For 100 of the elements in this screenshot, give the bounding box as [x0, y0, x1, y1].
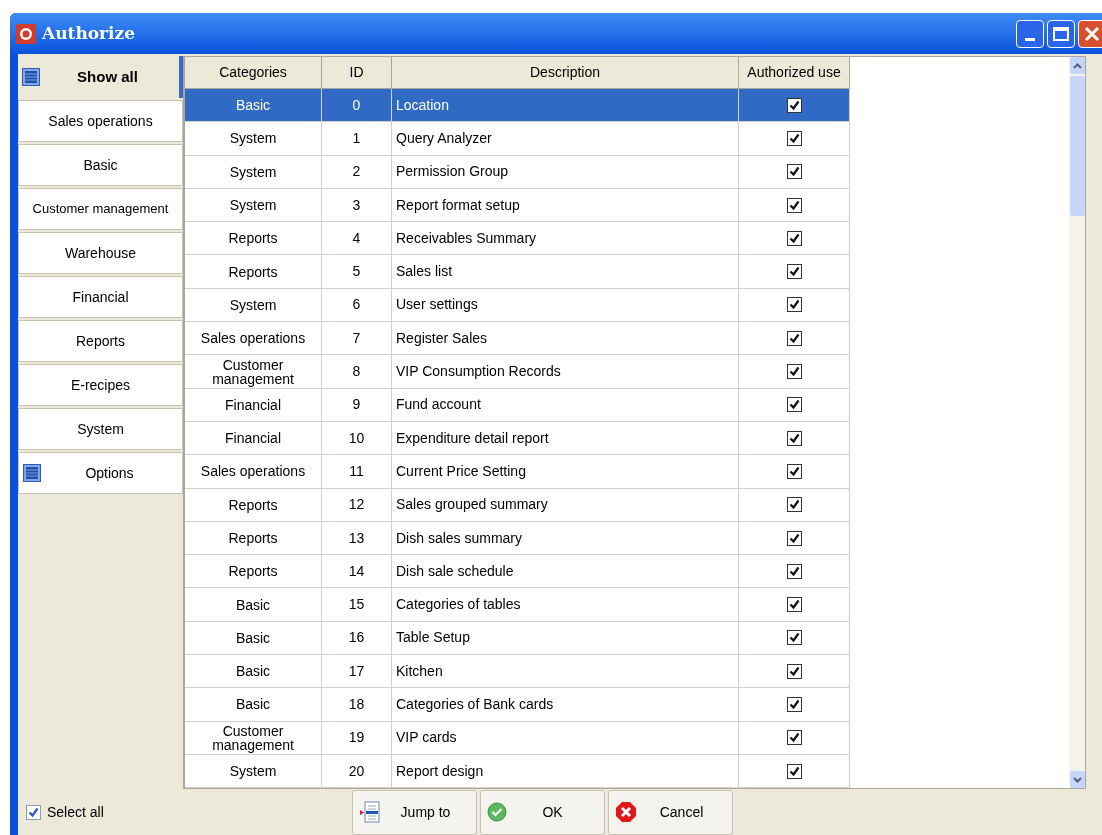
close-icon: [1084, 25, 1100, 42]
table-cell: Basic: [185, 688, 322, 722]
table-cell: Reports: [185, 255, 322, 289]
minimize-button[interactable]: [1016, 19, 1044, 48]
checkbox[interactable]: [786, 197, 802, 213]
table-row[interactable]: System 1 Query Analyzer: [185, 122, 850, 156]
table-row[interactable]: Customer management 8 VIP Consumption Records: [185, 355, 850, 389]
sidebar-tab[interactable]: Options: [18, 452, 183, 494]
table-row[interactable]: Basic 0 Location: [185, 89, 850, 123]
table-cell: System: [185, 155, 322, 189]
sidebar-tab[interactable]: Financial: [18, 276, 183, 318]
sidebar-tab[interactable]: E-recipes: [18, 364, 183, 406]
table-cell: VIP cards: [392, 721, 739, 755]
checkbox[interactable]: [786, 763, 802, 779]
table-cell: Customer management: [185, 355, 322, 389]
sidebar-tab[interactable]: Basic: [18, 144, 183, 186]
table-cell: VIP Consumption Records: [392, 355, 739, 389]
table-row[interactable]: Financial 10 Expenditure detail report: [185, 421, 850, 456]
table-cell: Sales operations: [185, 455, 322, 489]
checkbox[interactable]: [786, 597, 802, 613]
table-row[interactable]: Sales operations 11 Current Price Setting: [185, 455, 850, 489]
table-cell: Report design: [392, 754, 739, 789]
checkbox[interactable]: [786, 230, 802, 246]
table-row[interactable]: Basic 15 Categories of tables: [185, 588, 850, 622]
table-row[interactable]: Basic 16 Table Setup: [185, 621, 850, 656]
table-cell: Current Price Setting: [392, 455, 739, 489]
sidebar-tab[interactable]: Warehouse: [18, 232, 183, 274]
maximize-button[interactable]: [1047, 19, 1075, 48]
list-icon: [22, 68, 40, 86]
checkbox[interactable]: [786, 297, 802, 313]
table-cell: Reports: [185, 488, 322, 522]
checkbox[interactable]: [786, 330, 802, 346]
table-row[interactable]: System 20 Report design: [185, 754, 850, 789]
table-cell: Sales grouped summary: [392, 488, 739, 522]
checkbox[interactable]: [786, 697, 802, 712]
check-icon: [487, 802, 507, 822]
table-row[interactable]: Basic 18 Categories of Bank cards: [185, 688, 850, 722]
table-row[interactable]: Reports 12 Sales grouped summary: [185, 488, 850, 522]
checkbox[interactable]: [786, 97, 802, 113]
cancel-icon: [615, 801, 637, 823]
table-row[interactable]: Reports 4 Receivables Summary: [185, 222, 850, 256]
column-header[interactable]: Authorized use: [739, 57, 850, 89]
table-cell: System: [185, 122, 322, 156]
list-icon: [23, 464, 41, 482]
checkbox[interactable]: [786, 663, 802, 679]
jump-icon: [359, 801, 381, 823]
table-cell: 19: [322, 721, 392, 755]
table-cell: Financial: [185, 388, 322, 422]
table-cell: Customer management: [185, 721, 322, 755]
table-cell: 8: [322, 355, 392, 389]
close-button[interactable]: [1078, 19, 1102, 48]
sidebar-tab[interactable]: Reports: [18, 320, 183, 362]
window-title: Authorize: [42, 21, 135, 45]
table-row[interactable]: Financial 9 Fund account: [185, 388, 850, 422]
checkbox[interactable]: [786, 463, 802, 479]
sidebar-tab[interactable]: Customer management: [18, 188, 183, 230]
checkbox[interactable]: [786, 630, 802, 646]
table-cell: 1: [322, 122, 392, 156]
table-row[interactable]: Customer management 19 VIP cards: [185, 721, 850, 755]
table-row[interactable]: Sales operations 7 Register Sales: [185, 322, 850, 356]
checkbox[interactable]: [786, 264, 802, 280]
table-cell: 11: [322, 455, 392, 489]
jump-to-button[interactable]: Jump to: [352, 789, 477, 835]
column-header[interactable]: Categories: [185, 57, 322, 89]
table-cell: 15: [322, 588, 392, 622]
table-cell: 5: [322, 255, 392, 289]
checkbox[interactable]: [786, 530, 802, 546]
table-cell: 20: [322, 754, 392, 789]
scrollbar[interactable]: [1069, 57, 1085, 788]
table-row[interactable]: System 2 Permission Group: [185, 155, 850, 189]
sidebar-tab[interactable]: Sales operations: [18, 100, 183, 142]
table-cell: System: [185, 754, 322, 789]
table-cell: Sales list: [392, 255, 739, 289]
checkbox[interactable]: [786, 497, 802, 513]
table-cell: Categories of Bank cards: [392, 688, 739, 722]
checkbox[interactable]: [786, 364, 802, 379]
table-cell: Fund account: [392, 388, 739, 422]
column-header[interactable]: Description: [392, 57, 739, 89]
table-cell: 12: [322, 488, 392, 522]
table-row[interactable]: Reports 13 Dish sales summary: [185, 521, 850, 556]
sidebar-tab[interactable]: System: [18, 408, 183, 450]
checkbox[interactable]: [786, 397, 802, 413]
column-header[interactable]: ID: [322, 57, 392, 89]
checkbox[interactable]: [786, 563, 802, 579]
cancel-button[interactable]: Cancel: [608, 789, 733, 835]
checkbox[interactable]: [786, 730, 802, 746]
scrollbar-thumb[interactable]: [1069, 76, 1085, 216]
ok-button[interactable]: OK: [480, 789, 605, 835]
select-all-label: Select all: [47, 802, 104, 822]
table-row[interactable]: System 3 Report format setup: [185, 188, 850, 223]
table-cell: Categories of tables: [392, 588, 739, 622]
table-row[interactable]: Basic 17 Kitchen: [185, 655, 850, 689]
checkbox[interactable]: [786, 430, 802, 446]
select-all-checkbox[interactable]: [26, 804, 41, 820]
table-row[interactable]: Reports 5 Sales list: [185, 255, 850, 289]
checkbox[interactable]: [786, 130, 802, 146]
table-cell: 2: [322, 155, 392, 189]
table-row[interactable]: System 6 User settings: [185, 288, 850, 323]
checkbox[interactable]: [786, 164, 802, 180]
table-row[interactable]: Reports 14 Dish sale schedule: [185, 555, 850, 589]
